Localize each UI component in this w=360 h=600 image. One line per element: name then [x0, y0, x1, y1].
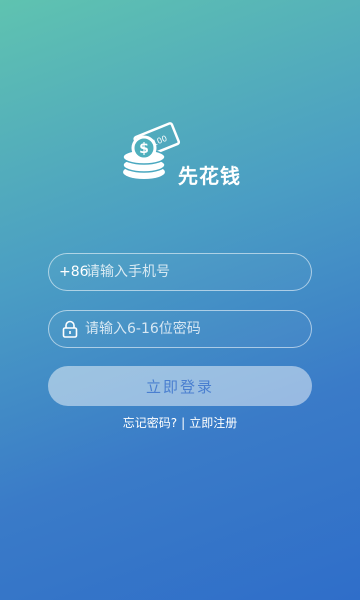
forgot-password-link[interactable]: 忘记密码? — [123, 414, 177, 431]
password-input[interactable] — [85, 311, 301, 347]
auth-links: 忘记密码? | 立即注册 — [0, 414, 360, 431]
link-separator: | — [181, 416, 186, 430]
phone-field[interactable]: +86 — [48, 253, 312, 291]
register-link[interactable]: 立即注册 — [189, 414, 237, 431]
money-stack-icon: ¥100 $ — [122, 122, 181, 179]
login-button[interactable]: 立即登录 — [48, 366, 312, 406]
coin-symbol: $ — [139, 141, 149, 157]
phone-input[interactable] — [86, 254, 301, 290]
logo: ¥100 $ 先花钱 — [0, 118, 360, 198]
lock-icon — [62, 320, 78, 338]
brand-name: 先花钱 — [178, 164, 241, 188]
password-field[interactable] — [48, 310, 312, 348]
country-code: +86 — [59, 264, 89, 280]
